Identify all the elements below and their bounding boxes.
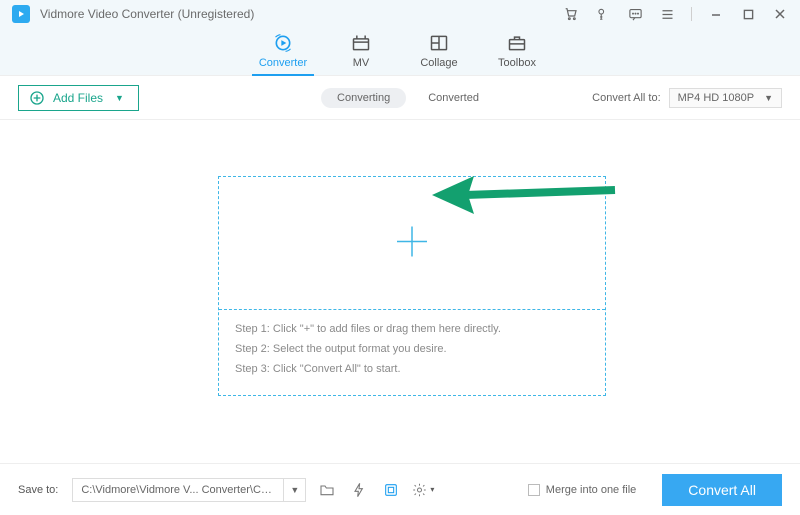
step3-text: Step 3: Click "Convert All" to start.: [235, 359, 589, 379]
main-tabs: Converter MV Collage Toolbox: [0, 28, 800, 76]
add-files-label: Add Files: [53, 91, 103, 105]
converter-icon: [244, 33, 322, 53]
save-path-value: C:\Vidmore\Vidmore V... Converter\Conver…: [73, 484, 283, 496]
bottom-bar: Save to: C:\Vidmore\Vidmore V... Convert…: [0, 463, 800, 515]
window-title: Vidmore Video Converter (Unregistered): [40, 7, 254, 21]
add-files-button[interactable]: Add Files ▼: [18, 85, 139, 111]
tab-converter[interactable]: Converter: [244, 33, 322, 75]
mode-converted[interactable]: Converted: [428, 92, 479, 104]
output-format-select[interactable]: MP4 HD 1080P ▼: [669, 88, 782, 108]
tab-collage[interactable]: Collage: [400, 33, 478, 75]
tab-label: MV: [322, 57, 400, 69]
drop-divider: [219, 309, 605, 310]
toolbar: Add Files ▼ Converting Converted Convert…: [0, 76, 800, 120]
mode-converting[interactable]: Converting: [321, 88, 406, 108]
output-format-value: MP4 HD 1080P: [678, 92, 754, 104]
tab-label: Converter: [244, 57, 322, 69]
content-area: Step 1: Click "+" to add files or drag t…: [0, 120, 800, 463]
feedback-icon[interactable]: [627, 6, 643, 22]
minimize-button[interactable]: [708, 6, 724, 22]
collage-icon: [400, 33, 478, 53]
step2-text: Step 2: Select the output format you des…: [235, 339, 589, 359]
title-bar: Vidmore Video Converter (Unregistered): [0, 0, 800, 28]
tab-mv[interactable]: MV: [322, 33, 400, 75]
save-to-label: Save to:: [18, 484, 58, 496]
step1-text: Step 1: Click "+" to add files or drag t…: [235, 319, 589, 339]
convert-all-button[interactable]: Convert All: [662, 474, 782, 506]
app-logo-icon: [12, 5, 30, 23]
chevron-down-icon: ▾: [430, 485, 434, 494]
merge-label: Merge into one file: [546, 484, 637, 496]
title-actions: [563, 6, 788, 22]
toolbox-icon: [478, 33, 556, 53]
add-file-plus-icon[interactable]: [394, 224, 430, 263]
merge-checkbox[interactable]: Merge into one file: [528, 484, 637, 496]
separator: [691, 7, 692, 21]
tab-toolbox[interactable]: Toolbox: [478, 33, 556, 75]
convert-all-to-label: Convert All to:: [592, 92, 660, 104]
hw-accel-off-icon[interactable]: [348, 479, 370, 501]
close-button[interactable]: [772, 6, 788, 22]
convert-all-to-group: Convert All to: MP4 HD 1080P ▼: [592, 88, 782, 108]
plus-circle-icon: [29, 90, 45, 106]
tab-label: Toolbox: [478, 57, 556, 69]
menu-icon[interactable]: [659, 6, 675, 22]
mode-switch: Converting Converted: [321, 88, 479, 108]
tab-label: Collage: [400, 57, 478, 69]
cart-icon[interactable]: [563, 6, 579, 22]
chevron-down-icon: ▼: [115, 93, 124, 103]
gpu-accel-icon[interactable]: [380, 479, 402, 501]
checkbox-box: [528, 484, 540, 496]
maximize-button[interactable]: [740, 6, 756, 22]
key-icon[interactable]: [595, 6, 611, 22]
chevron-down-icon: ▼: [764, 93, 773, 103]
save-path-select[interactable]: C:\Vidmore\Vidmore V... Converter\Conver…: [72, 478, 306, 502]
open-folder-icon[interactable]: [316, 479, 338, 501]
instructions: Step 1: Click "+" to add files or drag t…: [235, 319, 589, 379]
mv-icon: [322, 33, 400, 53]
annotation-arrow-icon: [430, 170, 620, 223]
settings-gear-icon[interactable]: ▾: [412, 479, 434, 501]
chevron-down-icon: ▼: [283, 479, 305, 501]
